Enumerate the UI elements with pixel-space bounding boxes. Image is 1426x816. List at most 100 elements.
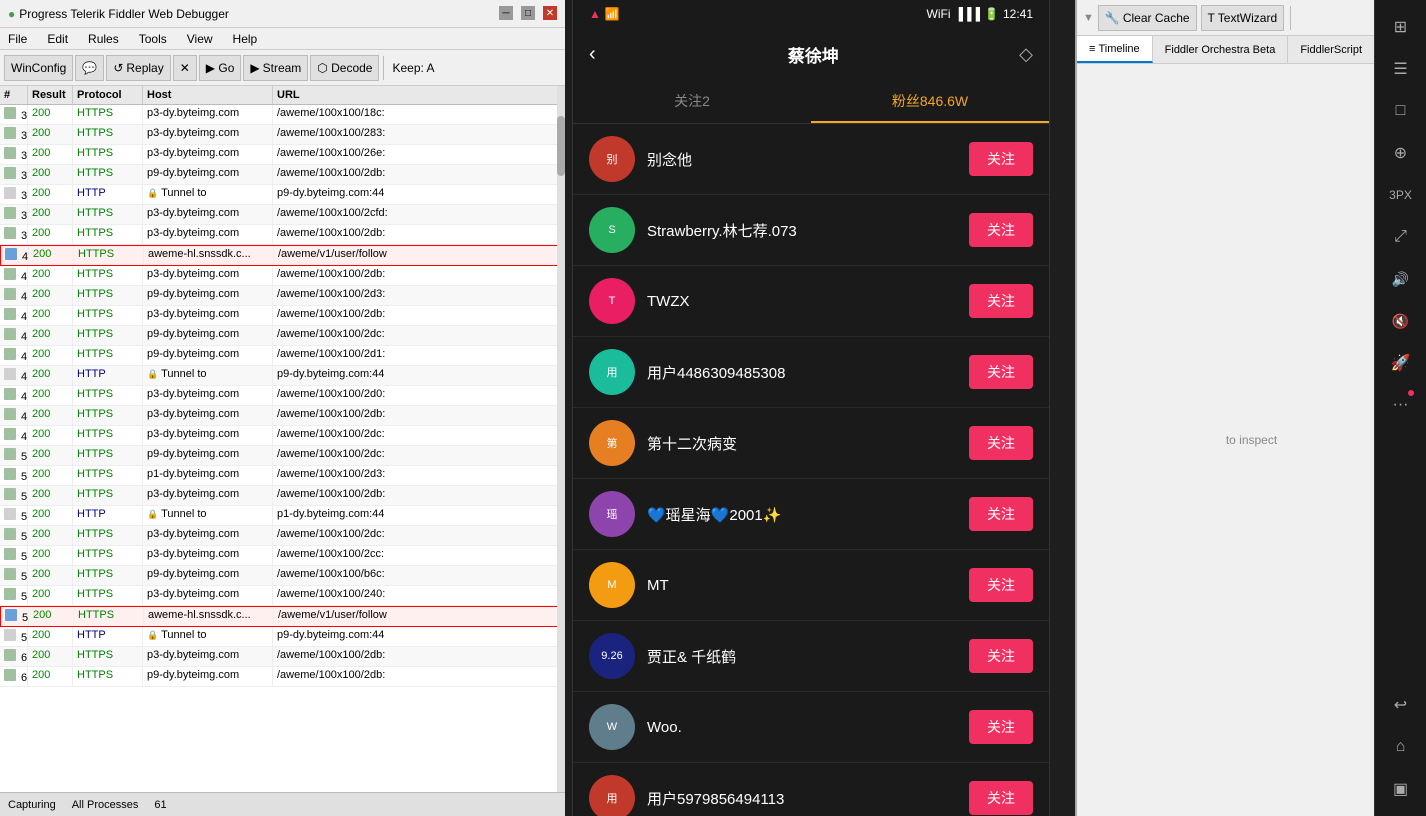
back-button[interactable]: ‹ — [589, 43, 596, 66]
sidebar-icon-8[interactable]: 🔇 — [1382, 302, 1420, 340]
menu-help[interactable]: Help — [229, 30, 262, 48]
scrollbar[interactable] — [557, 86, 565, 792]
table-row[interactable]: 59 200 HTTP 🔒 Tunnel to p9-dy.byteimg.co… — [0, 627, 565, 647]
home-icon[interactable]: ⌂ — [1382, 728, 1420, 766]
close-button[interactable]: ✕ — [543, 6, 557, 20]
sidebar-icon-6[interactable]: ⤢ — [1382, 218, 1420, 256]
follow-button[interactable]: 关注 — [969, 781, 1033, 815]
table-row[interactable]: 38 200 HTTPS p3-dy.byteimg.com /aweme/10… — [0, 205, 565, 225]
fiddler-window: ● Progress Telerik Fiddler Web Debugger … — [0, 0, 565, 816]
tab-orchestra[interactable]: Fiddler Orchestra Beta — [1153, 36, 1289, 63]
row-host: p3-dy.byteimg.com — [143, 586, 273, 605]
table-row[interactable]: 45 200 HTTPS p9-dy.byteimg.com /aweme/10… — [0, 346, 565, 366]
table-row[interactable]: 36 200 HTTPS p9-dy.byteimg.com /aweme/10… — [0, 165, 565, 185]
row-url: /aweme/100x100/2db: — [273, 266, 565, 285]
table-row[interactable]: 44 200 HTTPS p9-dy.byteimg.com /aweme/10… — [0, 326, 565, 346]
row-host: p3-dy.byteimg.com — [143, 426, 273, 445]
table-body[interactable]: 33 200 HTTPS p3-dy.byteimg.com /aweme/10… — [0, 105, 565, 792]
table-row[interactable]: 57 200 HTTPS p3-dy.byteimg.com /aweme/10… — [0, 586, 565, 606]
table-row[interactable]: 41 200 HTTPS p3-dy.byteimg.com /aweme/10… — [0, 266, 565, 286]
x-button[interactable]: ✕ — [173, 55, 197, 81]
follower-item[interactable]: T TWZX 关注 — [573, 266, 1049, 337]
table-row[interactable]: 61 200 HTTPS p9-dy.byteimg.com /aweme/10… — [0, 667, 565, 687]
back-icon[interactable]: ↩ — [1382, 686, 1420, 724]
sidebar-icon-9[interactable]: 🚀 — [1382, 344, 1420, 382]
comment-button[interactable]: 💬 — [75, 55, 104, 81]
table-row[interactable]: 53 200 HTTP 🔒 Tunnel to p1-dy.byteimg.co… — [0, 506, 565, 526]
table-row[interactable]: 33 200 HTTPS p3-dy.byteimg.com /aweme/10… — [0, 105, 565, 125]
table-row[interactable]: 42 200 HTTPS p9-dy.byteimg.com /aweme/10… — [0, 286, 565, 306]
follow-button[interactable]: 关注 — [969, 142, 1033, 176]
follower-item[interactable]: 瑶 💙瑶星海💙2001✨ 关注 — [573, 479, 1049, 550]
recent-icon[interactable]: ▣ — [1382, 770, 1420, 808]
sidebar-icon-4[interactable]: ⊕ — [1382, 134, 1420, 172]
table-row[interactable]: 34 200 HTTPS p3-dy.byteimg.com /aweme/10… — [0, 125, 565, 145]
sidebar-icon-5[interactable]: 3PX — [1382, 176, 1420, 214]
follower-item[interactable]: S Strawberry.林七荐.073 关注 — [573, 195, 1049, 266]
table-row[interactable]: 50 200 HTTPS p9-dy.byteimg.com /aweme/10… — [0, 446, 565, 466]
follower-item[interactable]: 用 用户5979856494113 关注 — [573, 763, 1049, 816]
tab-timeline[interactable]: ≡ Timeline — [1077, 36, 1153, 63]
row-icon-cell: 55 — [0, 546, 28, 565]
follow-button[interactable]: 关注 — [969, 426, 1033, 460]
tab-following[interactable]: 关注2 — [573, 80, 811, 123]
replay-button[interactable]: ↺ Replay — [106, 55, 170, 81]
maximize-button[interactable]: □ — [521, 6, 535, 20]
sidebar-icon-10[interactable]: ··· — [1382, 386, 1420, 424]
follow-button[interactable]: 关注 — [969, 639, 1033, 673]
table-row[interactable]: 58 200 HTTPS aweme-hl.snssdk.c... /aweme… — [0, 606, 565, 627]
decode-button[interactable]: ⬡ Decode — [310, 55, 379, 81]
table-row[interactable]: 51 200 HTTPS p1-dy.byteimg.com /aweme/10… — [0, 466, 565, 486]
menu-tools[interactable]: Tools — [135, 30, 171, 48]
scrollbar-thumb[interactable] — [557, 116, 565, 176]
table-row[interactable]: 43 200 HTTPS p3-dy.byteimg.com /aweme/10… — [0, 306, 565, 326]
follower-item[interactable]: 用 用户4486309485308 关注 — [573, 337, 1049, 408]
follow-button[interactable]: 关注 — [969, 284, 1033, 318]
follower-item[interactable]: M MT 关注 — [573, 550, 1049, 621]
follow-button[interactable]: 关注 — [969, 497, 1033, 531]
sidebar-icon-7[interactable]: 🔊 — [1382, 260, 1420, 298]
table-row[interactable]: 60 200 HTTPS p3-dy.byteimg.com /aweme/10… — [0, 647, 565, 667]
follow-button[interactable]: 关注 — [969, 213, 1033, 247]
text-wizard-button[interactable]: T TextWizard — [1201, 5, 1285, 31]
follower-item[interactable]: 9.26 贾正& 千纸鹤 关注 — [573, 621, 1049, 692]
winconfig-button[interactable]: WinConfig — [4, 55, 73, 81]
menu-file[interactable]: File — [4, 30, 31, 48]
sidebar-icon-2[interactable]: ☰ — [1382, 50, 1420, 88]
sidebar-icon-1[interactable]: ⊞ — [1382, 8, 1420, 46]
clear-cache-button[interactable]: 🔧 Clear Cache — [1098, 5, 1197, 31]
process-filter[interactable]: All Processes — [72, 799, 139, 811]
menu-view[interactable]: View — [183, 30, 217, 48]
follower-item[interactable]: 别 别念他 关注 — [573, 124, 1049, 195]
table-row[interactable]: 56 200 HTTPS p9-dy.byteimg.com /aweme/10… — [0, 566, 565, 586]
menu-rules[interactable]: Rules — [84, 30, 123, 48]
follow-button[interactable]: 关注 — [969, 355, 1033, 389]
menu-edit[interactable]: Edit — [43, 30, 72, 48]
tab-fiddlerscript[interactable]: FiddlerScript — [1288, 36, 1375, 63]
table-row[interactable]: 54 200 HTTPS p3-dy.byteimg.com /aweme/10… — [0, 526, 565, 546]
share-icon[interactable]: ◇ — [1019, 44, 1033, 65]
tab-followers[interactable]: 粉丝846.6W — [811, 80, 1049, 123]
table-row[interactable]: 39 200 HTTPS p3-dy.byteimg.com /aweme/10… — [0, 225, 565, 245]
go-button[interactable]: ▶ Go — [199, 55, 242, 81]
row-icon-cell: 43 — [0, 306, 28, 325]
follower-list[interactable]: 别 别念他 关注 S Strawberry.林七荐.073 关注 T TWZX … — [573, 124, 1049, 816]
table-row[interactable]: 35 200 HTTPS p3-dy.byteimg.com /aweme/10… — [0, 145, 565, 165]
follow-button[interactable]: 关注 — [969, 710, 1033, 744]
table-row[interactable]: 40 200 HTTPS aweme-hl.snssdk.c... /aweme… — [0, 245, 565, 266]
follow-button[interactable]: 关注 — [969, 568, 1033, 602]
table-row[interactable]: 47 200 HTTPS p3-dy.byteimg.com /aweme/10… — [0, 386, 565, 406]
table-row[interactable]: 52 200 HTTPS p3-dy.byteimg.com /aweme/10… — [0, 486, 565, 506]
follower-item[interactable]: W Woo. 关注 — [573, 692, 1049, 763]
follower-item[interactable]: 第 第十二次病变 关注 — [573, 408, 1049, 479]
table-row[interactable]: 46 200 HTTP 🔒 Tunnel to p9-dy.byteimg.co… — [0, 366, 565, 386]
minimize-button[interactable]: ─ — [499, 6, 513, 20]
table-row[interactable]: 55 200 HTTPS p3-dy.byteimg.com /aweme/10… — [0, 546, 565, 566]
row-protocol: HTTP — [73, 366, 143, 385]
table-row[interactable]: 49 200 HTTPS p3-dy.byteimg.com /aweme/10… — [0, 426, 565, 446]
table-row[interactable]: 37 200 HTTP 🔒 Tunnel to p9-dy.byteimg.co… — [0, 185, 565, 205]
table-row[interactable]: 48 200 HTTPS p3-dy.byteimg.com /aweme/10… — [0, 406, 565, 426]
row-icon-cell: 54 — [0, 526, 28, 545]
stream-button[interactable]: ▶ Stream — [243, 55, 308, 81]
sidebar-icon-3[interactable]: □ — [1382, 92, 1420, 130]
